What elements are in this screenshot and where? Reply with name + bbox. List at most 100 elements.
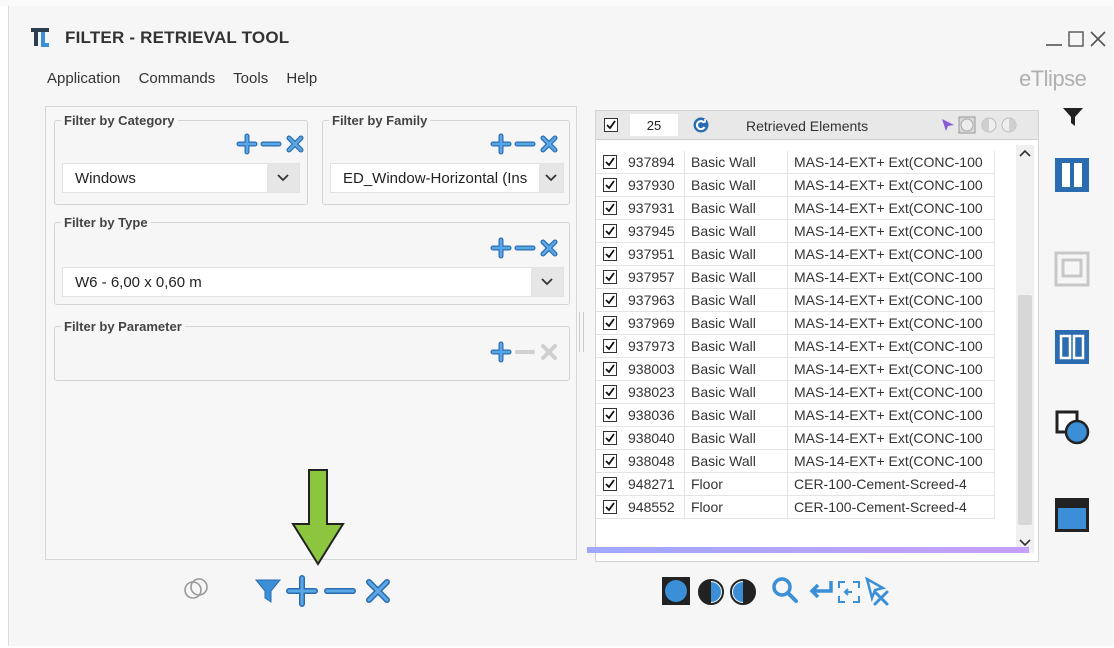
row-checkbox-cell xyxy=(596,151,622,174)
scroll-up-icon[interactable] xyxy=(1019,149,1031,157)
row-checkbox-cell xyxy=(596,380,622,404)
element-type: MAS-14-EXT+ Ext(CONC-100 xyxy=(787,173,995,197)
row-checkbox[interactable] xyxy=(603,155,617,169)
category-legend: Filter by Category xyxy=(64,113,175,128)
filter-funnel-icon[interactable] xyxy=(1061,106,1085,128)
zoom-fit-icon[interactable] xyxy=(837,580,861,604)
half-select-icon[interactable] xyxy=(980,116,998,134)
remove-filter-icon[interactable] xyxy=(323,574,357,608)
vertical-scrollbar[interactable] xyxy=(1016,145,1034,553)
row-checkbox[interactable] xyxy=(603,454,617,468)
scroll-down-icon[interactable] xyxy=(1019,539,1031,547)
table-row[interactable]: 938036 Basic Wall MAS-14-EXT+ Ext(CONC-100 xyxy=(596,403,995,427)
select-half-left-icon[interactable] xyxy=(697,578,725,606)
row-checkbox[interactable] xyxy=(603,385,617,399)
row-checkbox[interactable] xyxy=(603,362,617,376)
element-category: Floor xyxy=(684,472,788,496)
remove-type-icon[interactable] xyxy=(514,237,536,259)
table-row[interactable]: 938040 Basic Wall MAS-14-EXT+ Ext(CONC-100 xyxy=(596,426,995,450)
table-row[interactable]: 938048 Basic Wall MAS-14-EXT+ Ext(CONC-100 xyxy=(596,449,995,473)
shapes-overlay-icon[interactable] xyxy=(1053,408,1091,446)
select-full-icon[interactable] xyxy=(661,576,691,606)
split-view-icon[interactable] xyxy=(1053,328,1091,366)
select-all-mode-icon[interactable] xyxy=(958,116,976,134)
table-row[interactable]: 938023 Basic Wall MAS-14-EXT+ Ext(CONC-100 xyxy=(596,380,995,404)
menu-help[interactable]: Help xyxy=(286,70,317,87)
select-half-right-icon[interactable] xyxy=(729,578,757,606)
category-dropdown[interactable]: Windows xyxy=(62,163,300,193)
table-row[interactable]: 937963 Basic Wall MAS-14-EXT+ Ext(CONC-100 xyxy=(596,288,995,312)
row-checkbox[interactable] xyxy=(603,224,617,238)
table-row[interactable]: 948271 Floor CER-100-Cement-Screed-4 xyxy=(596,472,995,496)
element-category: Basic Wall xyxy=(684,151,788,174)
element-category: Basic Wall xyxy=(684,426,788,450)
row-checkbox[interactable] xyxy=(603,178,617,192)
table-row[interactable]: 937969 Basic Wall MAS-14-EXT+ Ext(CONC-100 xyxy=(596,311,995,335)
select-all-checkbox[interactable] xyxy=(604,118,618,132)
zoom-search-icon[interactable] xyxy=(771,576,799,604)
add-parameter-icon[interactable] xyxy=(490,341,512,363)
table-row[interactable]: 937930 Basic Wall MAS-14-EXT+ Ext(CONC-100 xyxy=(596,173,995,197)
return-enter-icon[interactable] xyxy=(807,578,835,604)
ellipse-logo: eTlipse xyxy=(1019,66,1087,91)
clear-type-icon[interactable] xyxy=(538,237,560,259)
row-checkbox[interactable] xyxy=(603,339,617,353)
add-type-icon[interactable] xyxy=(490,237,512,259)
row-checkbox[interactable] xyxy=(603,316,617,330)
splitter-handle[interactable] xyxy=(579,312,584,352)
row-checkbox-cell xyxy=(596,403,622,427)
menu-application[interactable]: Application xyxy=(47,70,120,87)
table-row[interactable]: 937951 Basic Wall MAS-14-EXT+ Ext(CONC-100 xyxy=(596,242,995,266)
clear-family-icon[interactable] xyxy=(538,133,560,155)
table-row[interactable]: 948552 Floor CER-100-Cement-Screed-4 xyxy=(596,495,995,519)
type-dropdown[interactable]: W6 - 6,00 x 0,60 m xyxy=(62,267,564,297)
title-bar: FILTER - RETRIEVAL TOOL xyxy=(9,6,1113,56)
parameter-actions xyxy=(490,341,560,363)
row-checkbox[interactable] xyxy=(603,408,617,422)
table-row[interactable]: 938003 Basic Wall MAS-14-EXT+ Ext(CONC-100 xyxy=(596,357,995,381)
columns-view-icon[interactable] xyxy=(1053,156,1091,194)
refresh-icon[interactable] xyxy=(692,116,710,134)
apply-filter-icon[interactable] xyxy=(253,576,283,606)
add-filter-icon[interactable] xyxy=(285,574,319,608)
menu-tools[interactable]: Tools xyxy=(233,70,268,87)
remove-category-icon[interactable] xyxy=(260,133,282,155)
overlap-circles-icon[interactable] xyxy=(183,576,209,602)
row-checkbox-cell xyxy=(596,219,622,243)
maximize-button[interactable] xyxy=(1065,28,1087,50)
row-checkbox[interactable] xyxy=(603,500,617,514)
row-checkbox[interactable] xyxy=(603,201,617,215)
invert-select-icon[interactable] xyxy=(1000,116,1018,134)
table-row[interactable]: 937973 Basic Wall MAS-14-EXT+ Ext(CONC-100 xyxy=(596,334,995,358)
scrollbar-thumb[interactable] xyxy=(1018,295,1032,525)
row-checkbox[interactable] xyxy=(603,293,617,307)
row-checkbox[interactable] xyxy=(603,477,617,491)
clear-filter-icon[interactable] xyxy=(363,576,393,606)
remove-family-icon[interactable] xyxy=(514,133,536,155)
row-checkbox[interactable] xyxy=(603,270,617,284)
family-actions xyxy=(490,133,560,155)
element-id: 937894 xyxy=(622,151,685,174)
chevron-down-icon xyxy=(531,268,563,296)
row-checkbox[interactable] xyxy=(603,431,617,445)
table-row[interactable]: 937957 Basic Wall MAS-14-EXT+ Ext(CONC-100 xyxy=(596,265,995,289)
table-row[interactable]: 937894 Basic Wall MAS-14-EXT+ Ext(CONC-100 xyxy=(596,151,995,174)
table-row[interactable]: 937931 Basic Wall MAS-14-EXT+ Ext(CONC-100 xyxy=(596,196,995,220)
table-row[interactable]: 937945 Basic Wall MAS-14-EXT+ Ext(CONC-100 xyxy=(596,219,995,243)
element-category: Floor xyxy=(684,495,788,519)
menu-commands[interactable]: Commands xyxy=(139,70,216,87)
deselect-cursor-icon[interactable] xyxy=(861,576,891,606)
close-button[interactable] xyxy=(1087,28,1109,50)
minimize-button[interactable] xyxy=(1043,28,1065,50)
cursor-select-icon[interactable] xyxy=(940,117,956,133)
family-dropdown[interactable]: ED_Window-Horizontal (Ins xyxy=(330,163,564,193)
element-category: Basic Wall xyxy=(684,196,788,220)
remove-parameter-icon xyxy=(515,350,535,354)
panel-layout-icon[interactable] xyxy=(1053,496,1091,534)
add-family-icon[interactable] xyxy=(490,133,512,155)
element-type: MAS-14-EXT+ Ext(CONC-100 xyxy=(787,334,995,358)
row-checkbox[interactable] xyxy=(603,247,617,261)
add-category-icon[interactable] xyxy=(236,133,258,155)
row-checkbox-cell xyxy=(596,265,622,289)
clear-category-icon[interactable] xyxy=(284,133,306,155)
